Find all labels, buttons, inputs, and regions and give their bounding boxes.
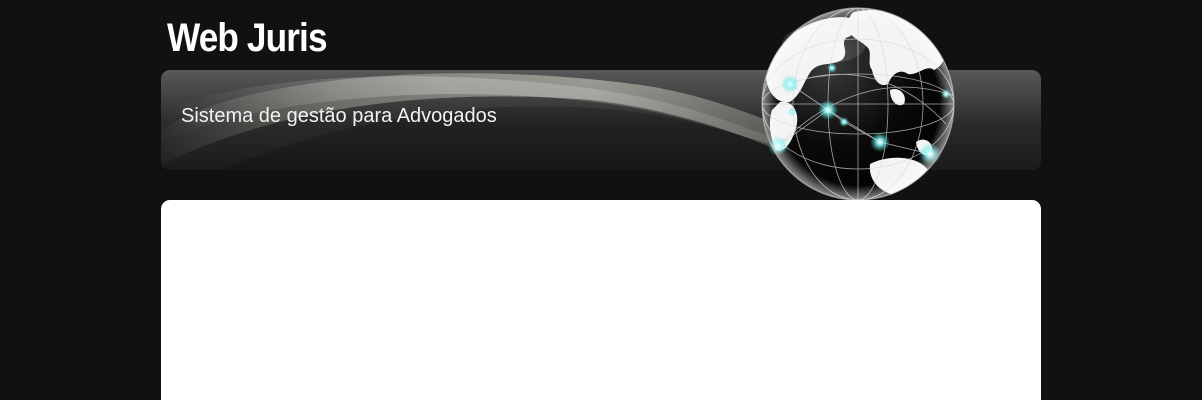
site-logo[interactable]: Web Juris bbox=[167, 12, 328, 64]
page: Web Juris Sistema de gestão para Advogad… bbox=[0, 0, 1202, 400]
globe-network-icon bbox=[761, 7, 955, 201]
tagline: Sistema de gestão para Advogados bbox=[181, 105, 497, 127]
content-panel bbox=[161, 200, 1041, 400]
